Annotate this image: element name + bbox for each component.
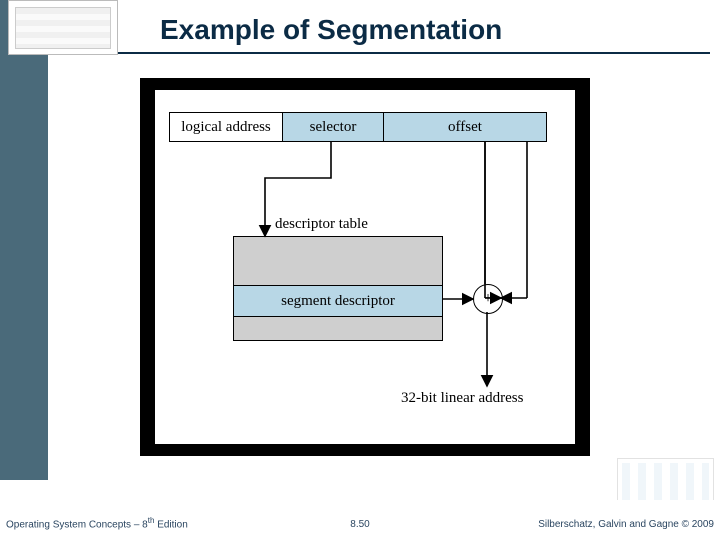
- prev-slide-thumbnail: [8, 0, 118, 55]
- footer-left: Operating System Concepts – 8th Edition: [6, 516, 188, 530]
- linear-address-label: 32-bit linear address: [401, 390, 523, 407]
- diagram-frame: logical address selector offset descript…: [140, 78, 590, 456]
- footer: Operating System Concepts – 8th Edition …: [0, 500, 720, 540]
- footer-edition-word: Edition: [154, 519, 187, 530]
- footer-page-number: 8.50: [350, 519, 369, 530]
- footer-book-title: Operating System Concepts – 8: [6, 519, 148, 530]
- descriptor-table-label: descriptor table: [275, 216, 368, 233]
- title-underline: [48, 52, 710, 54]
- descriptor-table: segment descriptor: [233, 236, 443, 341]
- slide-root: Example of Segmentation logical address …: [0, 0, 720, 540]
- thumbnail-preview: [15, 7, 111, 49]
- left-sidebar: [0, 0, 48, 480]
- offset-field: offset: [384, 112, 547, 142]
- thumbnail-preview: [622, 463, 709, 503]
- footer-copyright: Silberschatz, Galvin and Gagne © 2009: [538, 519, 714, 530]
- logical-address-row: logical address selector offset: [169, 112, 547, 142]
- adder-node: +: [473, 284, 503, 314]
- slide-title: Example of Segmentation: [160, 14, 502, 46]
- diagram-canvas: logical address selector offset descript…: [155, 90, 575, 444]
- segment-descriptor-field: segment descriptor: [234, 285, 442, 317]
- selector-field: selector: [283, 112, 384, 142]
- logical-address-label: logical address: [169, 112, 283, 142]
